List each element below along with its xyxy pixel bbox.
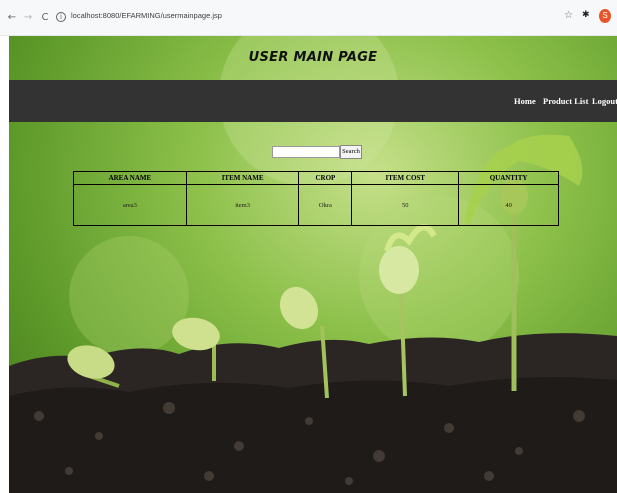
page-banner: USER MAIN PAGE	[9, 36, 617, 80]
extensions-icon[interactable]: ✱	[582, 10, 590, 20]
page-viewport: USER MAIN PAGE Home Product List Logout …	[9, 36, 617, 493]
nav-logout-link[interactable]: Logout	[592, 96, 617, 106]
reload-icon[interactable]: C	[39, 11, 51, 25]
product-table: AREA NAME ITEM NAME CROP ITEM COST QUANT…	[73, 171, 559, 226]
table-row: area3 item3 Okra 50 40	[73, 184, 559, 226]
column-header-quantity: QUANTITY	[458, 171, 559, 185]
cell-item-name: item3	[185, 184, 300, 226]
nav-product-list-link[interactable]: Product List	[543, 96, 588, 106]
bookmark-star-icon[interactable]: ☆	[564, 10, 573, 21]
cell-area-name: area3	[73, 184, 187, 226]
back-arrow-icon[interactable]: ←	[6, 11, 18, 25]
nav-home-link[interactable]: Home	[514, 96, 536, 106]
top-navbar: Home Product List Logout	[9, 80, 617, 122]
page-title: USER MAIN PAGE	[248, 50, 378, 65]
url-text[interactable]: localhost:8080/EFARMING/usermainpage.jsp	[71, 11, 222, 20]
forward-arrow-icon[interactable]: →	[22, 11, 34, 25]
address-bar[interactable]: i localhost:8080/EFARMING/usermainpage.j…	[56, 9, 588, 27]
column-header-item-name: ITEM NAME	[185, 171, 300, 185]
search-input[interactable]	[272, 146, 340, 158]
column-header-crop: CROP	[298, 171, 353, 185]
cell-quantity: 40	[458, 184, 559, 226]
site-info-icon[interactable]: i	[56, 12, 66, 22]
column-header-item-cost: ITEM COST	[351, 171, 460, 185]
cell-crop: Okra	[298, 184, 353, 226]
column-header-area-name: AREA NAME	[73, 171, 187, 185]
cell-item-cost: 50	[351, 184, 460, 226]
profile-avatar-icon[interactable]: S	[599, 9, 611, 23]
table-header-row: AREA NAME ITEM NAME CROP ITEM COST QUANT…	[73, 171, 559, 185]
browser-toolbar: ← → C i localhost:8080/EFARMING/usermain…	[0, 0, 617, 36]
search-button[interactable]: Search	[340, 145, 362, 159]
